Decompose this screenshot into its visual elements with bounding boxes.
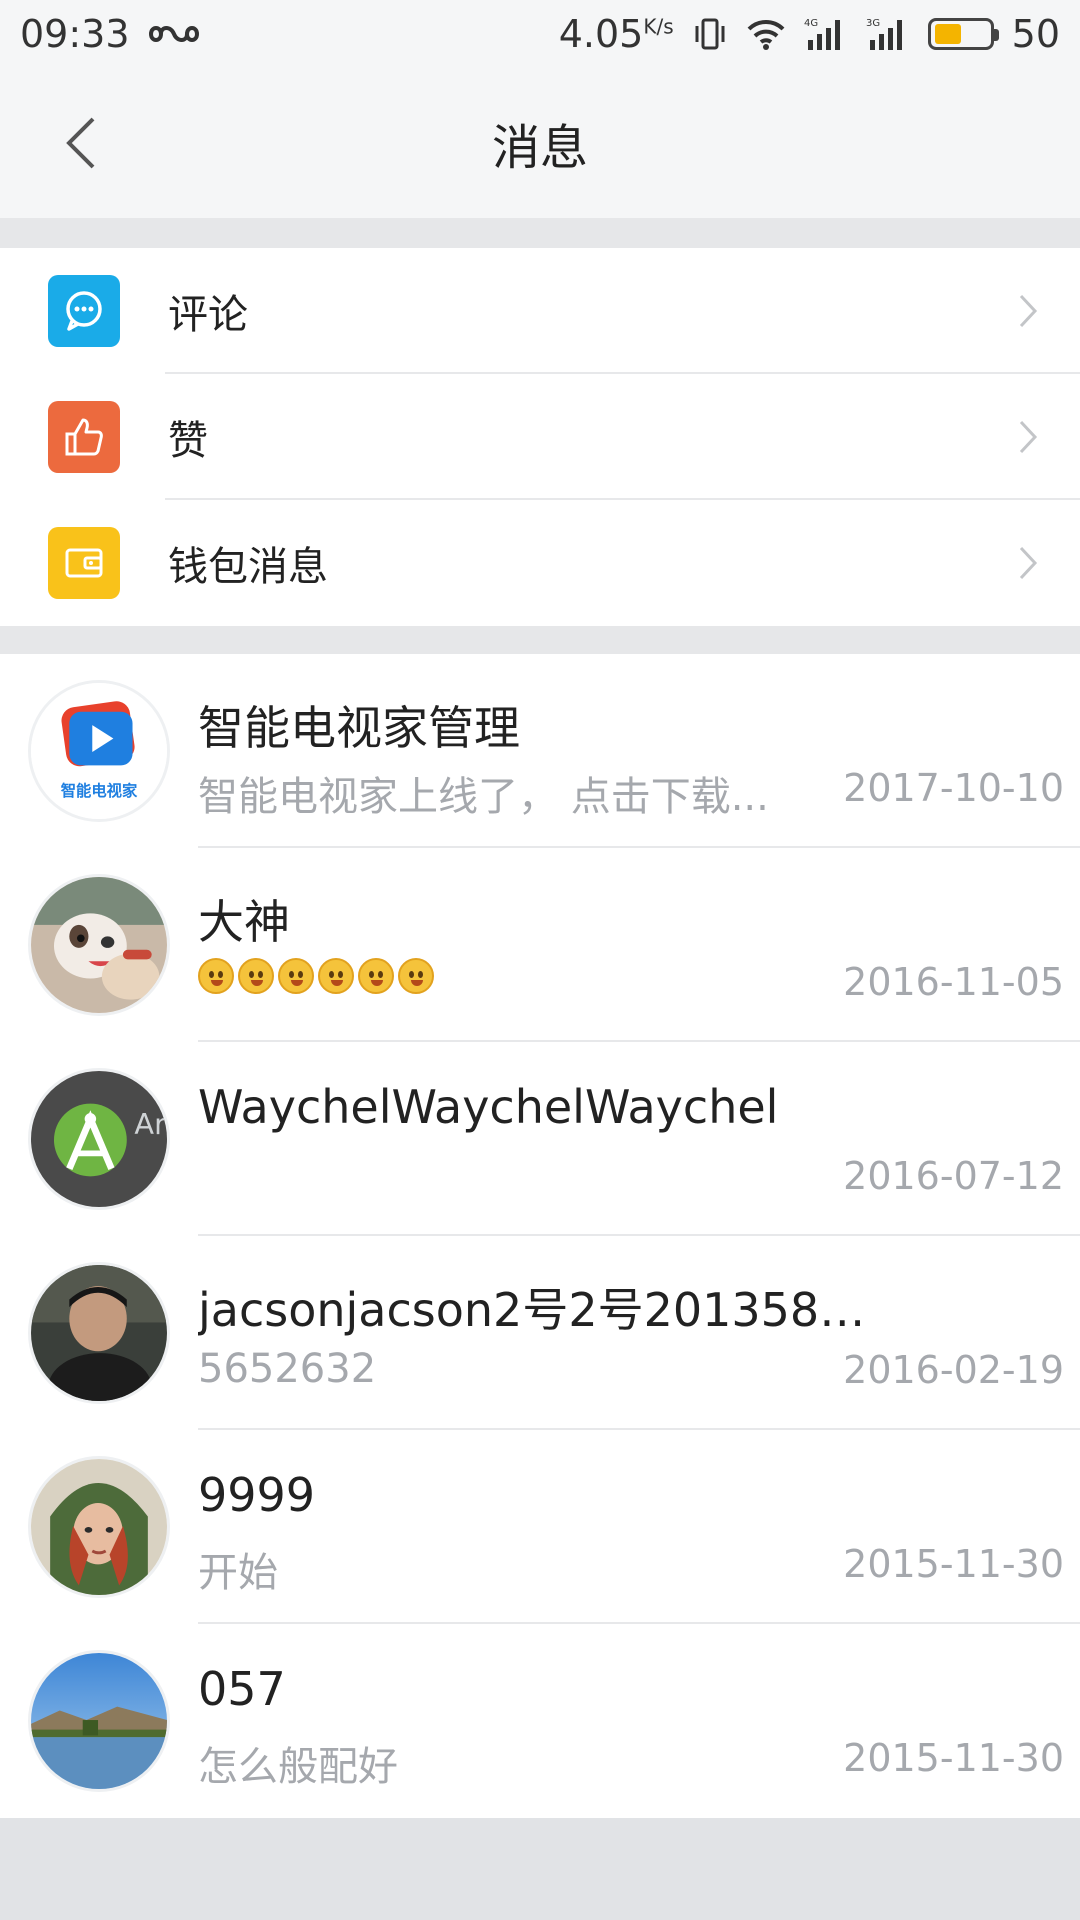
conversation-item[interactable]: jacsonjacson2号2号2013588v... 5652632 2016…	[0, 1236, 1080, 1430]
lake-landscape-icon	[31, 1653, 167, 1789]
conversation-preview: 怎么般配好	[198, 1744, 398, 1790]
chevron-right-icon	[1008, 543, 1048, 583]
conversation-preview: 智能电视家上线了， 点击下载...	[198, 774, 769, 820]
conversation-name: 9999	[198, 1468, 316, 1522]
conversation-date: 2016-07-12	[843, 1154, 1064, 1198]
signal-4g-icon: 4G	[804, 16, 848, 52]
emoji-preview	[198, 958, 434, 994]
menu-item-likes[interactable]: 赞	[0, 374, 1080, 500]
notification-menu: 评论 赞 钱包消息	[0, 248, 1080, 626]
conversation-name: 057	[198, 1662, 286, 1716]
infinity-icon	[148, 20, 200, 48]
hooded-woman-art-icon	[31, 1459, 167, 1595]
avatar: An St	[28, 1068, 170, 1210]
wifi-icon	[746, 17, 786, 51]
network-speed: 4.05K/s	[558, 12, 674, 56]
chevron-right-icon	[1008, 291, 1048, 331]
menu-item-comments[interactable]: 评论	[0, 248, 1080, 374]
avatar: 智能电视家	[28, 680, 170, 822]
comment-bubble-icon	[48, 275, 120, 347]
android-studio-logo-icon: An St	[31, 1071, 167, 1207]
avatar	[28, 1650, 170, 1792]
bottom-empty-area	[0, 1818, 1080, 1920]
logo-text: An St	[134, 1107, 167, 1141]
svg-text:智能电视家: 智能电视家	[61, 782, 138, 800]
status-time: 09:33	[20, 12, 130, 56]
tv-app-logo-icon: 智能电视家	[31, 683, 167, 819]
conversation-date: 2016-02-19	[843, 1348, 1064, 1392]
battery-icon	[927, 18, 999, 50]
tongue-emoji-icon	[238, 958, 274, 994]
conversation-item[interactable]: 智能电视家 智能电视家管理 智能电视家上线了， 点击下载... 2017-10-…	[0, 654, 1080, 848]
shush-emoji-icon	[278, 958, 314, 994]
battery-fill	[934, 24, 961, 44]
conversation-name: 大神	[198, 895, 290, 949]
thinking-emoji-icon	[198, 958, 234, 994]
conversation-date: 2016-11-05	[843, 960, 1064, 1004]
conversation-item[interactable]: 大神 2016-11-05	[0, 848, 1080, 1042]
conversation-item[interactable]: An St WaychelWaychelWaychel 2016-07-12	[0, 1042, 1080, 1236]
conversation-preview: 开始	[198, 1550, 278, 1596]
section-spacer	[0, 626, 1080, 654]
svg-text:3G: 3G	[866, 18, 880, 29]
dog-photo-icon	[31, 877, 167, 1013]
wallet-icon	[48, 527, 120, 599]
menu-item-label: 钱包消息	[168, 544, 328, 590]
avatar	[28, 1262, 170, 1404]
conversation-name: WaychelWaychelWaychel	[198, 1080, 779, 1134]
back-button[interactable]	[50, 113, 110, 173]
menu-item-label: 赞	[168, 418, 208, 464]
conversation-name: 智能电视家管理	[198, 701, 520, 755]
menu-item-wallet[interactable]: 钱包消息	[0, 500, 1080, 626]
section-spacer	[0, 218, 1080, 248]
nav-bar: 消息	[0, 68, 1080, 218]
crying-emoji-icon	[398, 958, 434, 994]
battery-percent: 50	[1011, 12, 1060, 56]
conversation-date: 2015-11-30	[843, 1736, 1064, 1780]
conversation-date: 2017-10-10	[843, 766, 1064, 810]
menu-item-label: 评论	[168, 292, 248, 338]
shush-emoji-icon	[358, 958, 394, 994]
conversation-item[interactable]: 9999 开始 2015-11-30	[0, 1430, 1080, 1624]
conversation-item[interactable]: 057 怎么般配好 2015-11-30	[0, 1624, 1080, 1818]
page-title: 消息	[491, 120, 588, 176]
avatar	[28, 874, 170, 1016]
conversation-name: jacsonjacson2号2号2013588v...	[198, 1283, 878, 1337]
signal-3g-icon: 3G	[866, 16, 910, 52]
conversation-date: 2015-11-30	[843, 1542, 1064, 1586]
svg-text:4G: 4G	[804, 18, 818, 29]
vibrate-icon	[692, 16, 728, 52]
conversation-preview: 5652632	[198, 1346, 377, 1392]
shush-emoji-icon	[318, 958, 354, 994]
avatar	[28, 1456, 170, 1598]
conversation-list: 智能电视家 智能电视家管理 智能电视家上线了， 点击下载... 2017-10-…	[0, 654, 1080, 1818]
thumbs-up-icon	[48, 401, 120, 473]
status-bar: 09:33 4.05K/s 4G 3G 50	[0, 0, 1080, 68]
person-photo-icon	[31, 1265, 167, 1401]
chevron-right-icon	[1008, 417, 1048, 457]
chevron-left-icon	[66, 117, 95, 169]
